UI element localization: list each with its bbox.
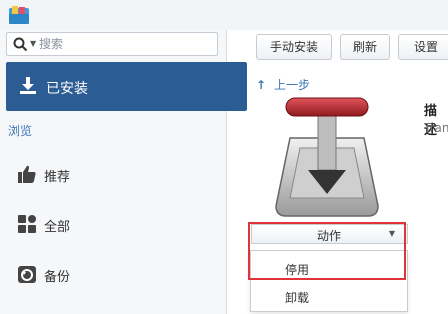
backup-icon (18, 266, 36, 283)
thumbs-up-icon (18, 165, 36, 183)
sidebar-item-label: 全部 (44, 220, 71, 235)
menu-item-uninstall[interactable]: 卸载 (285, 289, 309, 306)
search-input[interactable] (39, 35, 209, 53)
package-center-icon[interactable] (8, 4, 30, 26)
chevron-down-icon[interactable]: ▼ (30, 39, 36, 48)
grid-icon (18, 215, 36, 233)
arrow-up-icon: ↑ (256, 78, 267, 92)
search-box[interactable]: ▼ (6, 32, 218, 56)
section-label-browse: 浏览 (8, 124, 33, 138)
sidebar-item-label: 备份 (44, 270, 71, 285)
sidebar: ▼ 已安装 浏览 推荐 全部 备份 (0, 30, 247, 314)
sidebar-item-all[interactable]: 全部 (6, 204, 220, 242)
top-bar (0, 0, 448, 30)
sidebar-item-label: 推荐 (44, 170, 71, 185)
transmission-app-icon (275, 97, 379, 217)
sidebar-item-installed[interactable]: 已安装 (6, 62, 247, 111)
sidebar-item-label: 已安装 (46, 81, 88, 97)
sidebar-item-backup[interactable]: 备份 (6, 254, 220, 292)
refresh-button[interactable]: 刷新 (340, 34, 390, 60)
download-icon (20, 77, 36, 94)
highlight-box (248, 222, 406, 280)
search-icon[interactable] (13, 37, 28, 52)
settings-button[interactable]: 设置 (398, 34, 448, 60)
description-text: Trans web (424, 121, 448, 135)
manual-install-button[interactable]: 手动安装 (256, 34, 332, 60)
sidebar-item-recommended[interactable]: 推荐 (6, 154, 220, 192)
